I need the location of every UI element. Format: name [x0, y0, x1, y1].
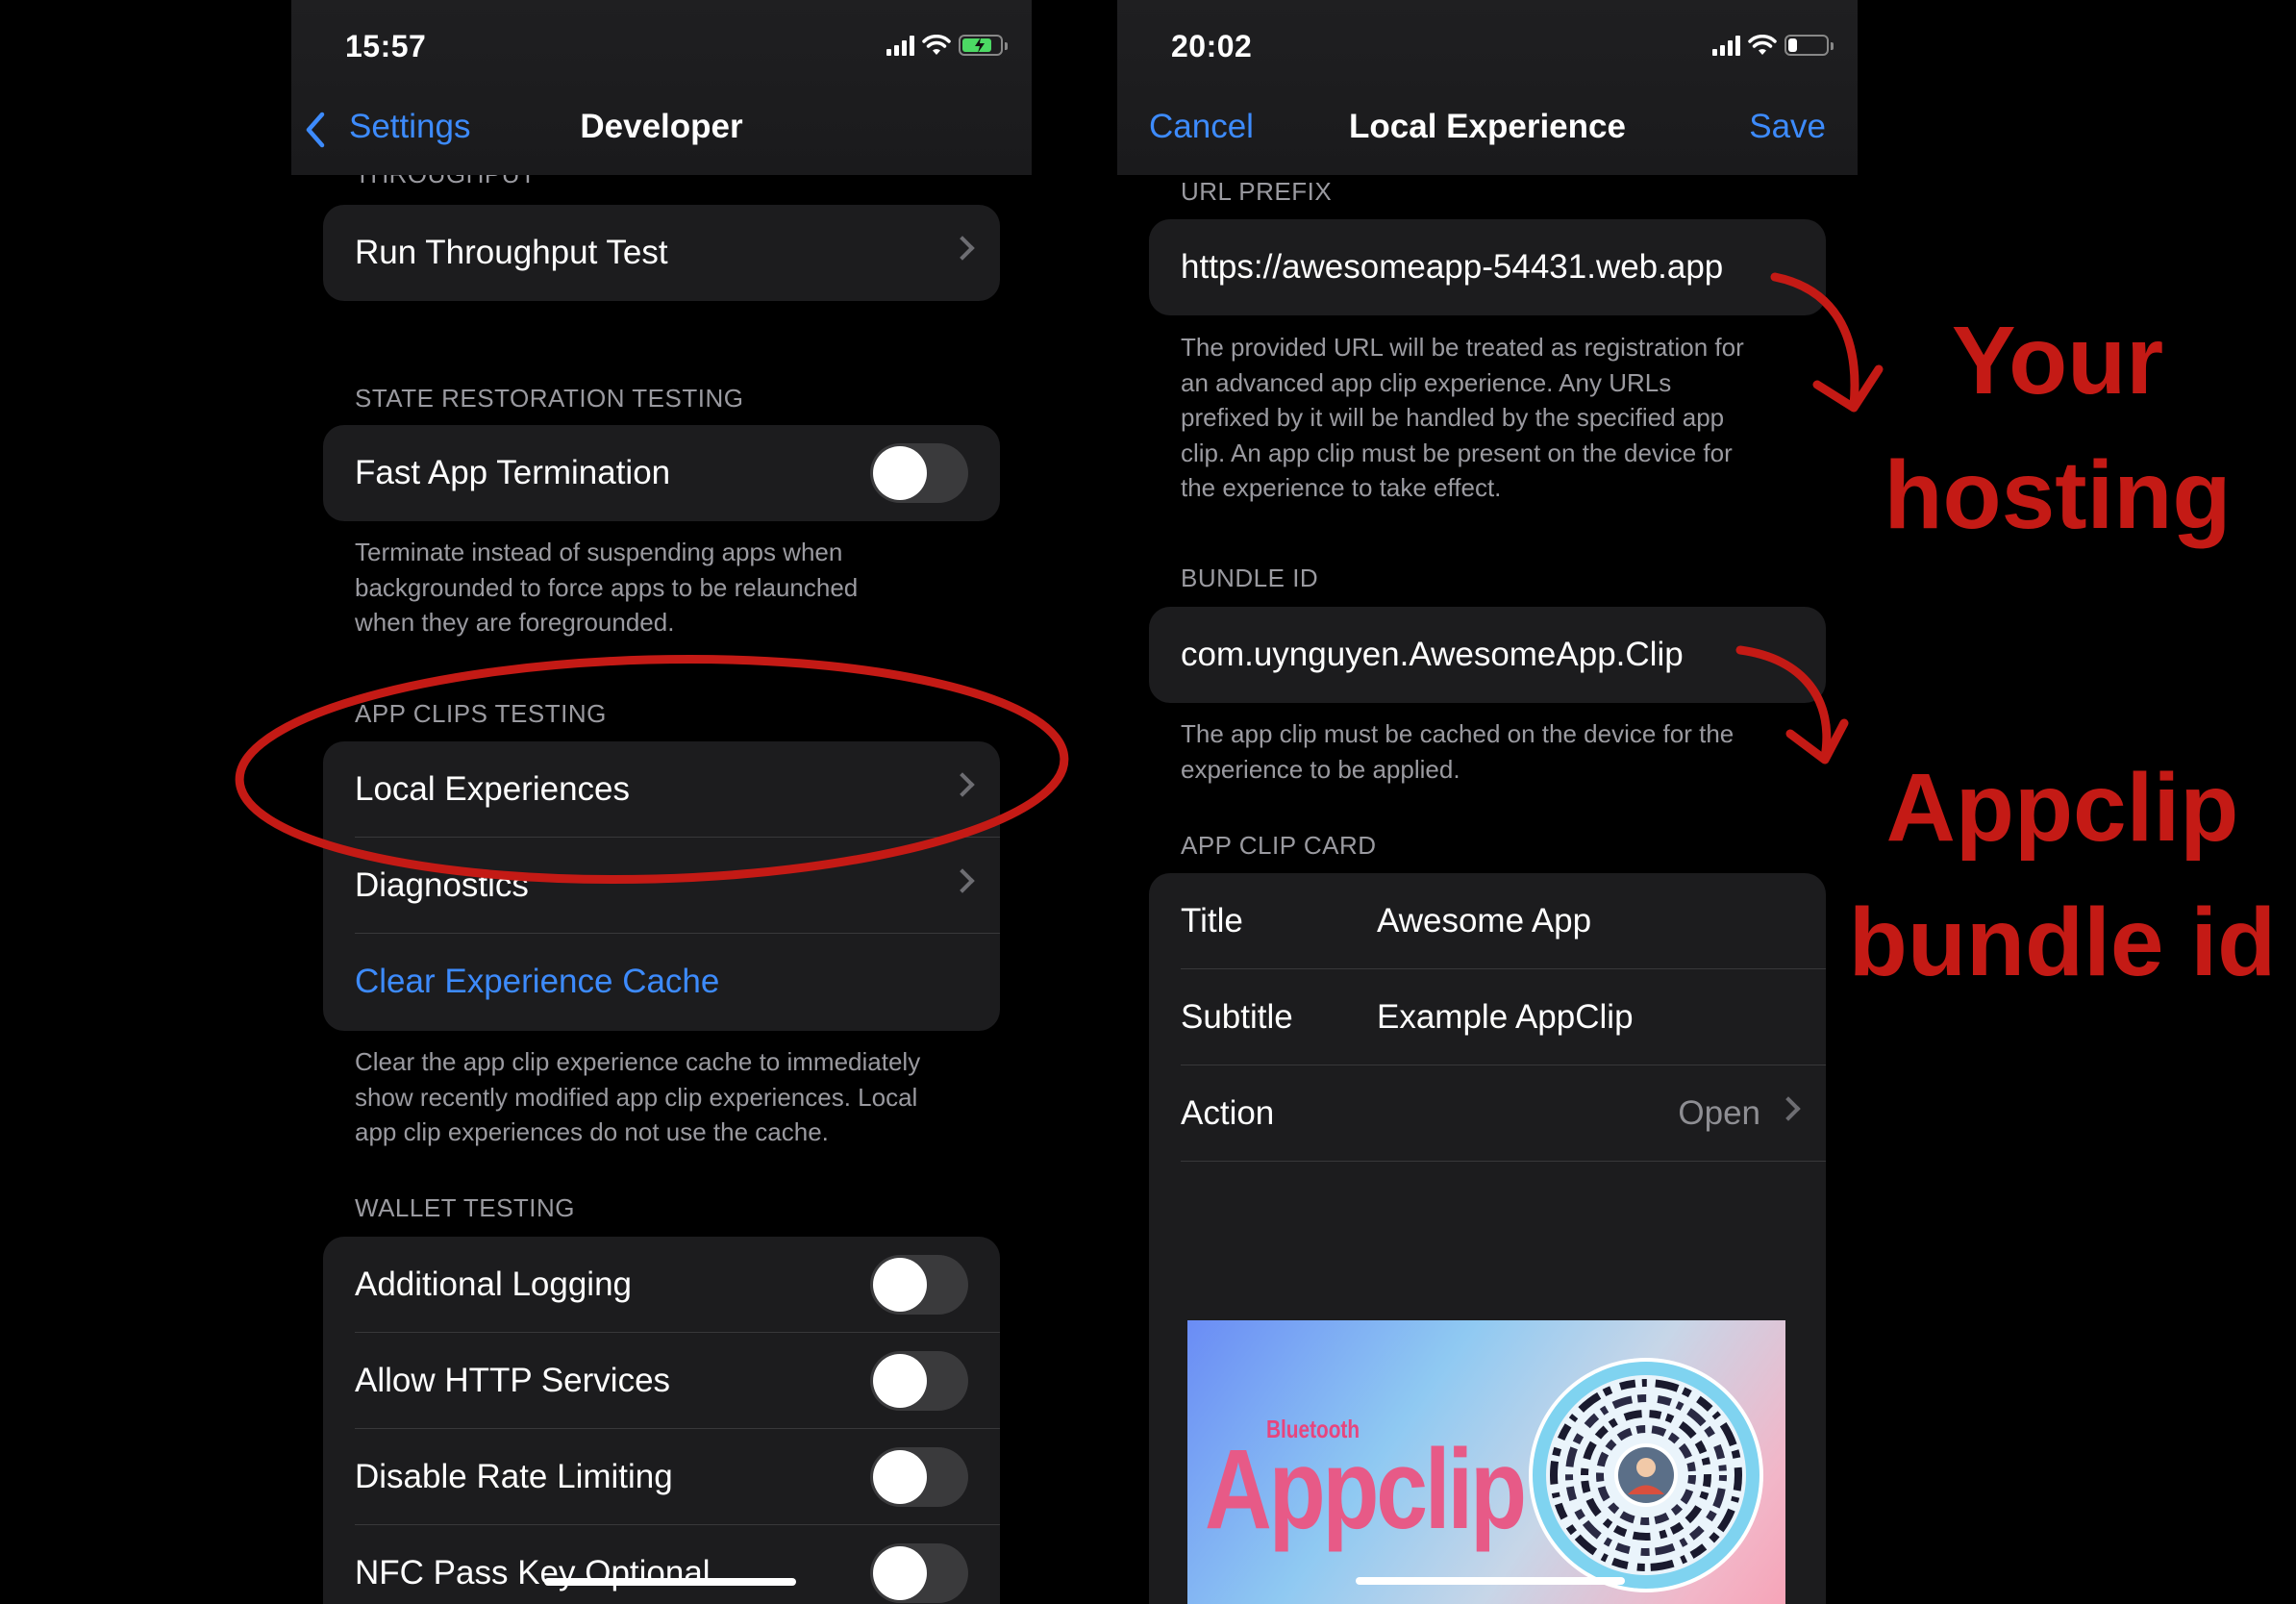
highlight-ellipse — [235, 654, 1069, 885]
annotation-bundle-id: Appclip bundle id — [1848, 754, 2277, 996]
arrow-to-bundle-id — [1735, 645, 1832, 763]
annotation-hosting: Your hosting — [1884, 307, 2232, 549]
